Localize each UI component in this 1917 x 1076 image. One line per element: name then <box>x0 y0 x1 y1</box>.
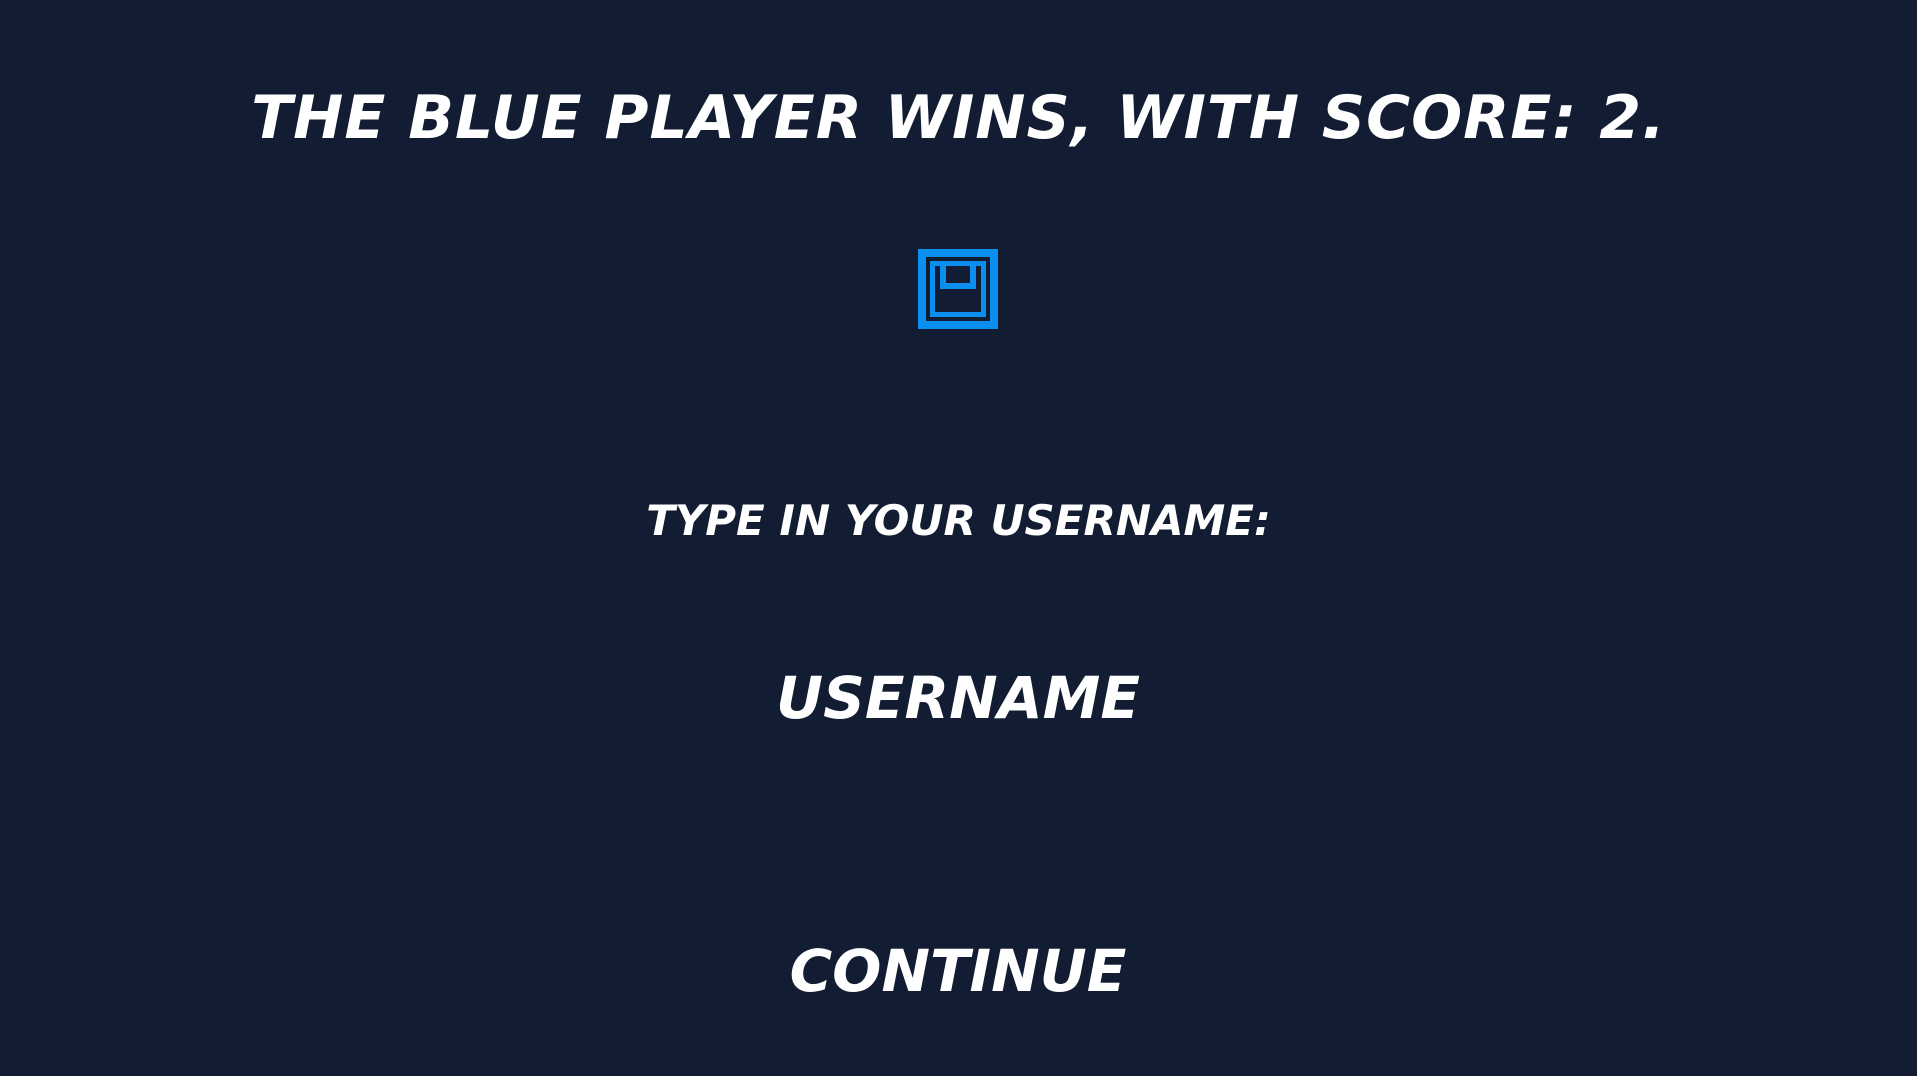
username-input[interactable] <box>658 660 1258 736</box>
result-title: THE BLUE PLAYER WINS, WITH SCORE: 2. <box>251 83 1666 153</box>
continue-button[interactable]: CONTINUE <box>708 932 1208 1010</box>
blue-player-square-icon <box>918 249 998 329</box>
username-prompt: TYPE IN YOUR USERNAME: <box>646 496 1271 545</box>
